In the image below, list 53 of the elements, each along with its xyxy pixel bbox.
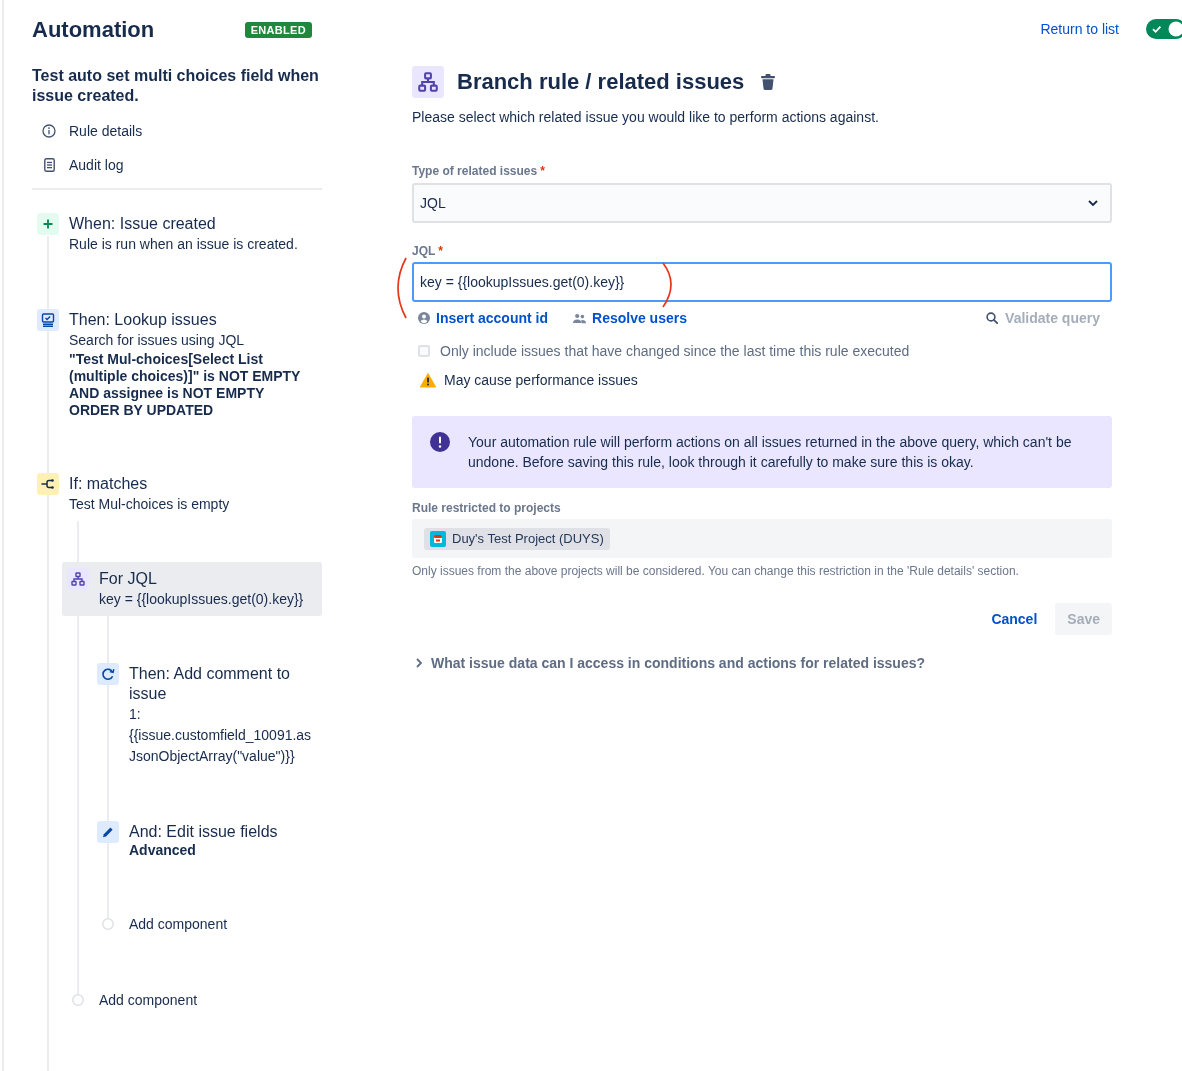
- panel-description: Please select which related issue you would like to perform actions against.: [412, 108, 880, 126]
- jql-input[interactable]: key = {{lookupIssues.get(0).key}}: [412, 262, 1112, 302]
- rule-component[interactable]: Then: Lookup issues Search for issues using JQL "Test Mul-choices[Select List (multiple choices)]" is NOT EMPTY AND assignee is NOT EMPTY ORDER BY UPDATED: [32, 303, 322, 425]
- field-label: JQL: [412, 243, 436, 259]
- return-link[interactable]: Return to list: [1040, 21, 1119, 37]
- document-icon: [43, 158, 55, 172]
- checkbox[interactable]: [418, 345, 430, 357]
- chevron-right-icon: [416, 658, 422, 668]
- panel-title: Branch rule / related issues: [457, 68, 745, 96]
- notice-text: Your automation rule will perform actions on all issues returned in the above query, which can't be undone. Before saving this rule, look through it carefully to make sure this is okay.: [468, 433, 1073, 472]
- rule-component[interactable]: And: Edit issue fields Advanced: [92, 815, 322, 865]
- required-mark: *: [540, 163, 545, 179]
- plus-icon: [37, 213, 59, 235]
- page-title: Automation: [32, 16, 155, 44]
- required-mark: *: [438, 243, 443, 259]
- sidebar-link[interactable]: Audit log: [32, 148, 322, 182]
- add-component-button[interactable]: Add component: [92, 907, 322, 941]
- search-icon: [986, 312, 999, 324]
- exclamation-icon: [430, 432, 450, 452]
- circle-icon: [72, 994, 84, 1006]
- trash-icon[interactable]: [761, 74, 776, 90]
- monitor-icon: [37, 309, 59, 331]
- rule-component[interactable]: When: Issue created Rule is run when an issue is created.: [32, 207, 322, 261]
- project-avatar-icon: [430, 530, 446, 547]
- cancel-button[interactable]: Cancel: [979, 603, 1050, 635]
- pencil-icon: [97, 821, 119, 843]
- faq-toggle[interactable]: What issue data can I access in conditions and actions for related issues?: [412, 653, 1112, 673]
- type-select[interactable]: JQL: [412, 183, 1112, 223]
- checkbox-label: Only include issues that have changed since the last time this rule executed: [440, 343, 910, 359]
- warning-text: May cause performance issues: [444, 372, 638, 388]
- rule-component[interactable]: Then: Add comment to issue 1: {{issue.customfield_10091.asJsonObjectArray("value")}}: [92, 657, 322, 773]
- add-component-button[interactable]: Add component: [62, 983, 322, 1017]
- field-label: Type of related issues: [412, 163, 538, 179]
- user-icon: [418, 312, 430, 324]
- helper-text: Only issues from the above projects will be considered. You can change this restriction in the 'Rule details' section.: [412, 563, 1020, 579]
- hierarchy-icon: [67, 568, 89, 590]
- field-label: Rule restricted to projects: [412, 500, 561, 516]
- rule-name: Test auto set multi choices field when issue created.: [32, 66, 320, 106]
- circle-icon: [102, 918, 114, 930]
- helper-link[interactable]: Insert account id: [418, 310, 549, 326]
- sidebar-link[interactable]: Rule details: [32, 114, 322, 148]
- project-tag: Duy's Test Project (DUYS): [424, 527, 610, 550]
- rule-component[interactable]: If: matches Test Mul-choices is empty: [32, 467, 322, 521]
- toggle-switch[interactable]: [1146, 19, 1182, 39]
- chevron-down-icon: [1088, 200, 1098, 206]
- helper-link[interactable]: Resolve users: [573, 310, 687, 326]
- info-icon: [42, 124, 56, 138]
- warning-icon: [420, 372, 436, 388]
- rule-component[interactable]: For JQL key = {{lookupIssues.get(0).key}}: [62, 562, 322, 616]
- hierarchy-icon: [412, 66, 444, 98]
- people-icon: [573, 312, 587, 324]
- fork-icon: [37, 473, 59, 495]
- status-badge: ENABLED: [244, 22, 312, 38]
